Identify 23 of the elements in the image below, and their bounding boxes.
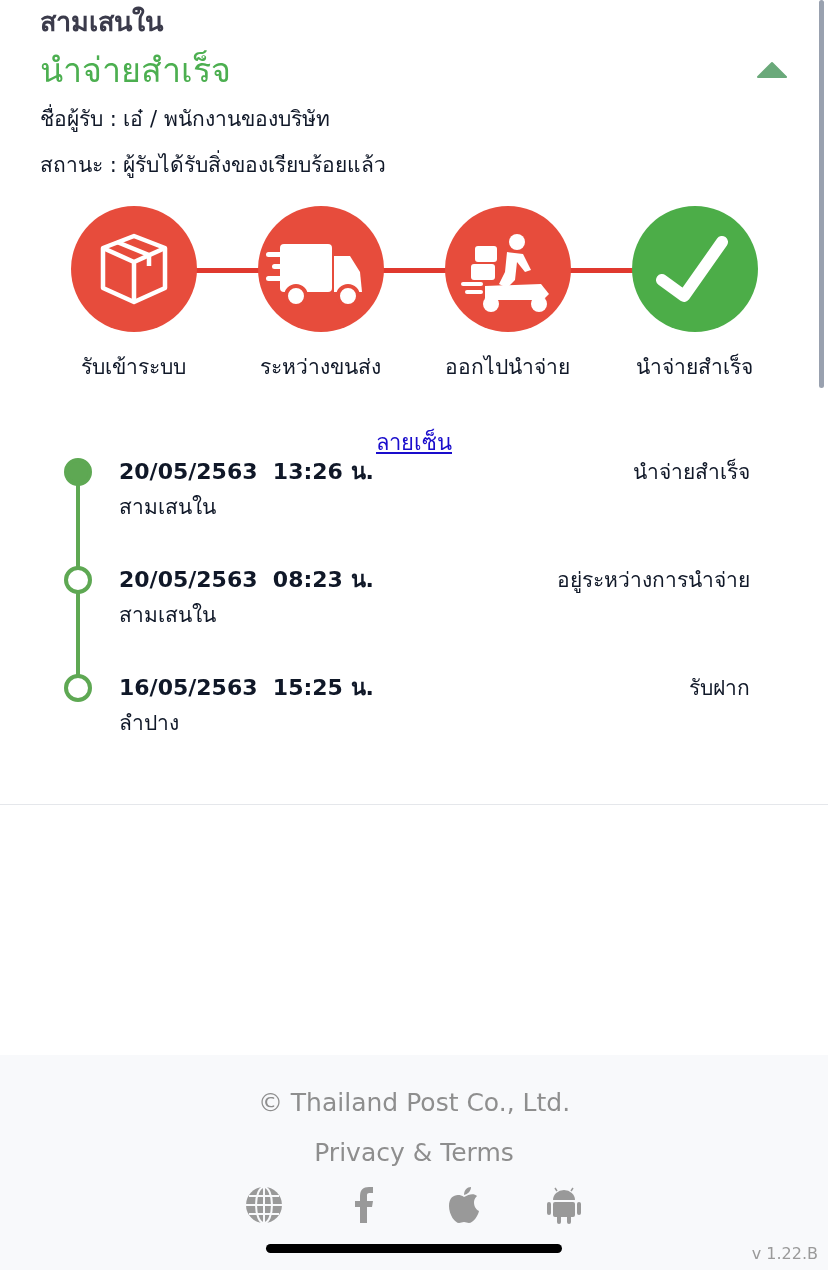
event-location: สามเสนใน: [119, 602, 217, 629]
status-title: นำจ่ายสำเร็จ: [40, 49, 231, 92]
version-text: v 1.22.B: [751, 1243, 818, 1265]
collapse-caret-icon[interactable]: [756, 61, 788, 79]
step-label: ระหว่างขนส่ง: [260, 354, 381, 381]
signature-link[interactable]: ลายเซ็น: [376, 428, 452, 458]
android-icon[interactable]: [544, 1185, 584, 1225]
event-status: นำจ่ายสำเร็จ: [633, 457, 750, 486]
event-location: สามเสนใน: [119, 494, 217, 521]
step-label: ออกไปนำจ่าย: [445, 354, 570, 381]
globe-icon[interactable]: [244, 1185, 284, 1225]
event-status: รับฝาก: [689, 675, 750, 702]
location-title: สามเสนใน: [40, 5, 165, 39]
step-label: รับเข้าระบบ: [81, 354, 186, 381]
event-datetime: 20/05/2563 08:23 น.: [119, 566, 374, 594]
recipient-text: ชื่อผู้รับ : เอ๋ / พนักงานของบริษัท: [40, 96, 788, 142]
event-location: ลำปาง: [119, 710, 180, 737]
event-datetime: 16/05/2563 15:25 น.: [119, 674, 374, 702]
step-label: นำจ่ายสำเร็จ: [636, 352, 753, 381]
status-text: สถานะ : ผู้รับได้รับสิ่งของเรียบร้อยแล้ว: [40, 142, 788, 188]
copyright-text: © Thailand Post Co., Ltd.: [257, 1087, 571, 1119]
event-datetime: 20/05/2563 13:26 น.: [119, 458, 374, 486]
event-status: อยู่ระหว่างการนำจ่าย: [557, 567, 750, 595]
